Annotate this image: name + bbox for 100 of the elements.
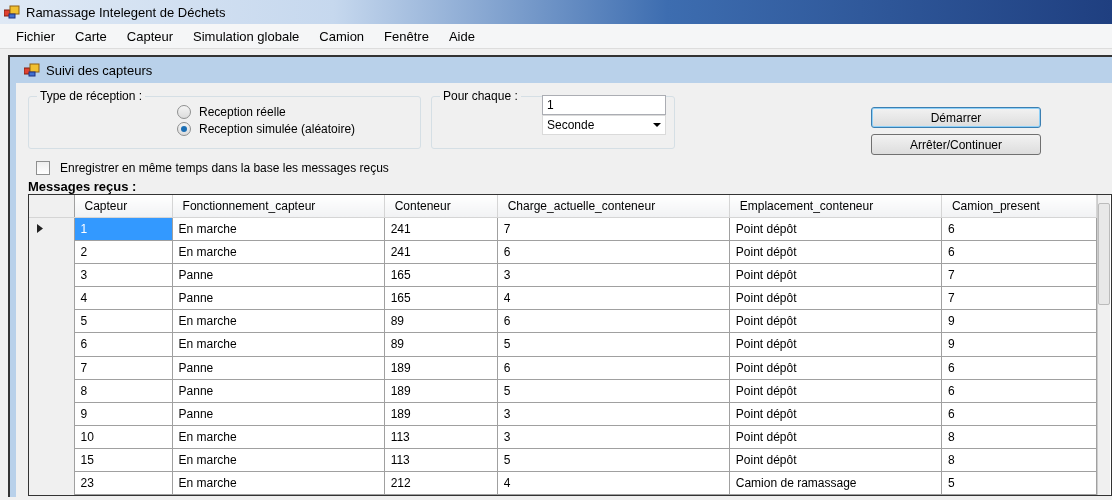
- column-header[interactable]: Charge_actuelle_conteneur: [497, 195, 730, 218]
- app-icon: [4, 5, 20, 19]
- vertical-scrollbar[interactable]: [1097, 195, 1110, 495]
- table-cell: 6: [941, 379, 1097, 403]
- table-cell: Point dépôt: [729, 309, 942, 333]
- table-cell: 189: [384, 379, 498, 403]
- table-cell: En marche: [172, 448, 385, 472]
- table-cell: Panne: [172, 379, 385, 403]
- column-header[interactable]: Emplacement_conteneur: [729, 195, 942, 218]
- table-cell: Point dépôt: [729, 217, 942, 241]
- table-cell: 4: [497, 286, 730, 310]
- table-cell: 6: [941, 356, 1097, 380]
- table-cell: 7: [941, 286, 1097, 310]
- checkbox[interactable]: [36, 161, 50, 175]
- radio-button[interactable]: [177, 105, 191, 119]
- radio-label: Reception simulée (aléatoire): [199, 122, 356, 136]
- menu-item[interactable]: Aide: [438, 28, 485, 44]
- column-header[interactable]: Capteur: [74, 195, 173, 218]
- table-cell: 6: [941, 240, 1097, 264]
- table-cell: 9: [941, 332, 1097, 356]
- table-cell: 113: [384, 425, 498, 449]
- table-cell: Point dépôt: [729, 425, 942, 449]
- table-cell: Panne: [172, 356, 385, 380]
- number-field[interactable]: 1: [542, 95, 666, 115]
- group-label: Pour chaque :: [442, 89, 519, 103]
- table-cell: 5: [497, 332, 730, 356]
- menu-item[interactable]: Fenêtre: [374, 28, 439, 44]
- group-label: Type de réception :: [39, 89, 144, 103]
- table-cell: En marche: [172, 332, 385, 356]
- table-cell: 89: [384, 332, 498, 356]
- table-cell: 15: [74, 448, 173, 472]
- table-cell: 7: [497, 217, 730, 241]
- table-cell: 9: [941, 309, 1097, 333]
- menu-item[interactable]: Carte: [65, 28, 117, 44]
- table-cell: Point dépôt: [729, 448, 942, 472]
- menu-item[interactable]: Camion: [309, 28, 375, 44]
- table-cell: 5: [497, 379, 730, 403]
- table-cell: Panne: [172, 263, 385, 287]
- table-cell: 5: [74, 309, 173, 333]
- table-cell: 6: [497, 240, 730, 264]
- table-cell: 189: [384, 356, 498, 380]
- table-cell: Panne: [172, 402, 385, 426]
- column-header[interactable]: Camion_present: [941, 195, 1097, 218]
- table-cell: 6: [497, 309, 730, 333]
- table-cell: Point dépôt: [729, 286, 942, 310]
- radio-label: Reception réelle: [199, 105, 286, 119]
- menu-item[interactable]: Fichier: [6, 28, 65, 44]
- table-cell: 6: [74, 332, 173, 356]
- table-cell: 113: [384, 448, 498, 472]
- table-cell: 5: [941, 471, 1097, 495]
- table-cell: 8: [74, 379, 173, 403]
- table-cell: En marche: [172, 217, 385, 241]
- table-cell: 89: [384, 309, 498, 333]
- table-cell: En marche: [172, 425, 385, 449]
- table-cell: 8: [941, 425, 1097, 449]
- table-cell: 2: [74, 240, 173, 264]
- radio-button[interactable]: [177, 122, 191, 136]
- table-cell: Point dépôt: [729, 379, 942, 403]
- table-cell: Camion de ramassage: [729, 471, 942, 495]
- table-cell: 3: [497, 425, 730, 449]
- table-cell: 6: [941, 217, 1097, 241]
- window-icon: [24, 63, 40, 77]
- table-cell: 4: [497, 471, 730, 495]
- section-title: Messages reçus :: [28, 179, 138, 194]
- child-window-title: Suivi des capteurs: [46, 62, 153, 78]
- action-button[interactable]: Démarrer: [871, 107, 1041, 128]
- table-cell: 165: [384, 286, 498, 310]
- table-cell: Panne: [172, 286, 385, 310]
- table-cell: 7: [74, 356, 173, 380]
- table-cell: 6: [941, 402, 1097, 426]
- table-cell: 23: [74, 471, 173, 495]
- table-cell: 3: [497, 402, 730, 426]
- table-cell: 9: [74, 402, 173, 426]
- table-cell: Point dépôt: [729, 263, 942, 287]
- unit-dropdown[interactable]: Seconde: [542, 115, 666, 135]
- action-button[interactable]: Arrêter/Continuer: [871, 134, 1041, 155]
- menu-item[interactable]: Simulation globale: [183, 28, 310, 44]
- table-cell: Point dépôt: [729, 402, 942, 426]
- window-title: Ramassage Intelegent de Déchets: [26, 4, 226, 20]
- table-cell: 3: [74, 263, 173, 287]
- table-cell: Point dépôt: [729, 332, 942, 356]
- table-cell: 6: [497, 356, 730, 380]
- table-cell: 7: [941, 263, 1097, 287]
- table-cell: 3: [497, 263, 730, 287]
- table-cell: En marche: [172, 471, 385, 495]
- menu-item[interactable]: Capteur: [116, 28, 184, 44]
- table-cell: 4: [74, 286, 173, 310]
- column-header[interactable]: Fonctionnement_capteur: [172, 195, 385, 218]
- table-cell: Point dépôt: [729, 240, 942, 264]
- table-cell: 189: [384, 402, 498, 426]
- table-cell: 241: [384, 217, 498, 241]
- table-cell: Point dépôt: [729, 356, 942, 380]
- table-cell: En marche: [172, 309, 385, 333]
- current-row-icon: [37, 224, 43, 234]
- table-cell: 5: [497, 448, 730, 472]
- table-cell: 10: [74, 425, 173, 449]
- row-header[interactable]: [29, 217, 74, 241]
- table-cell: 241: [384, 240, 498, 264]
- column-header[interactable]: Conteneur: [384, 195, 498, 218]
- table-cell: 8: [941, 448, 1097, 472]
